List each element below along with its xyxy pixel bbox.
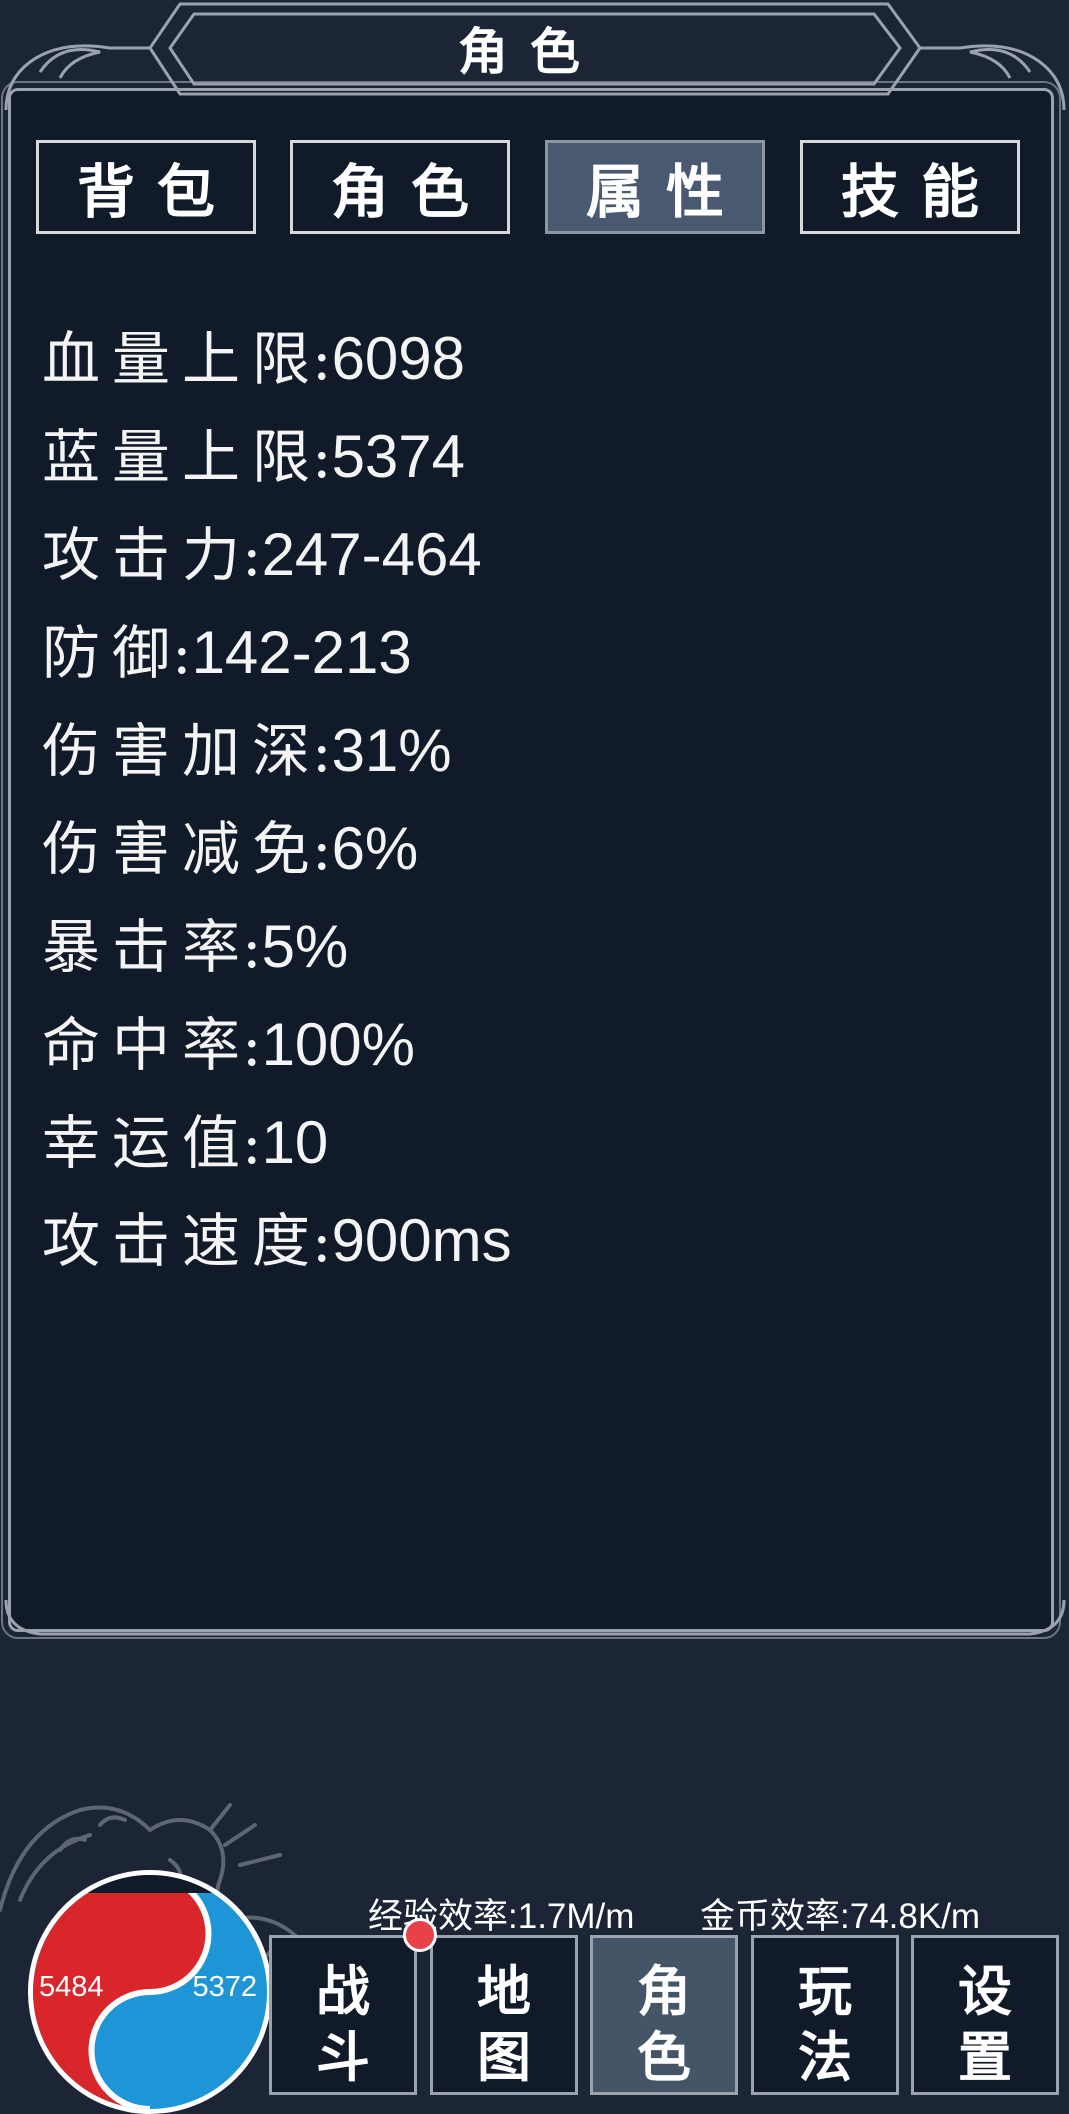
nav-battle-char2: 斗	[316, 2025, 370, 2089]
nav-character[interactable]: 角 色	[590, 1935, 738, 2095]
stat-list: 血量上限:6098 蓝量上限:5374 攻击力:247-464 防御:142-2…	[42, 310, 512, 1290]
nav-character-char2: 色	[637, 2025, 691, 2089]
nav-battle[interactable]: 战 斗	[269, 1935, 417, 2095]
nav-settings[interactable]: 设 置	[911, 1935, 1059, 2095]
stat-defense: 防御:142-213	[42, 619, 412, 687]
nav-settings-char2: 置	[958, 2025, 1012, 2089]
nav-gameplay-char2: 法	[798, 2025, 852, 2089]
stat-attack-speed: 攻击速度:900ms	[42, 1207, 512, 1275]
stat-attack: 攻击力:247-464	[42, 521, 482, 589]
tab-bag[interactable]: 背包	[36, 140, 256, 234]
mp-value: 5372	[192, 1971, 257, 2003]
stat-max-mp: 蓝量上限:5374	[42, 423, 466, 491]
stat-damage-boost: 伤害加深:31%	[42, 717, 452, 785]
stat-crit-rate: 暴击率:5%	[42, 913, 349, 981]
stat-luck: 幸运值:10	[42, 1109, 329, 1177]
nav-settings-char1: 设	[958, 1959, 1012, 2023]
nav-battle-char1: 战	[316, 1959, 370, 2023]
hp-mp-orb: 5484 5372	[28, 1870, 272, 2114]
page-title: 角色	[458, 22, 602, 81]
nav-character-char1: 角	[637, 1959, 691, 2023]
nav-map-char2: 图	[477, 2025, 531, 2089]
gold-efficiency: 金币效率:74.8K/m	[700, 1897, 981, 1936]
stat-damage-reduction: 伤害减免:6%	[42, 815, 419, 883]
tab-skills[interactable]: 技能	[800, 140, 1020, 234]
tab-character[interactable]: 角色	[290, 140, 510, 234]
stat-max-hp: 血量上限:6098	[42, 325, 466, 393]
nav-gameplay[interactable]: 玩 法	[751, 1935, 899, 2095]
nav-gameplay-char1: 玩	[798, 1959, 852, 2023]
nav-map[interactable]: 地 图	[430, 1935, 578, 2095]
notification-badge-icon	[403, 1918, 437, 1952]
stat-hit-rate: 命中率:100%	[42, 1011, 416, 1079]
tab-attributes[interactable]: 属性	[545, 140, 765, 234]
nav-map-char1: 地	[477, 1959, 531, 2023]
hp-value: 5484	[39, 1971, 104, 2003]
